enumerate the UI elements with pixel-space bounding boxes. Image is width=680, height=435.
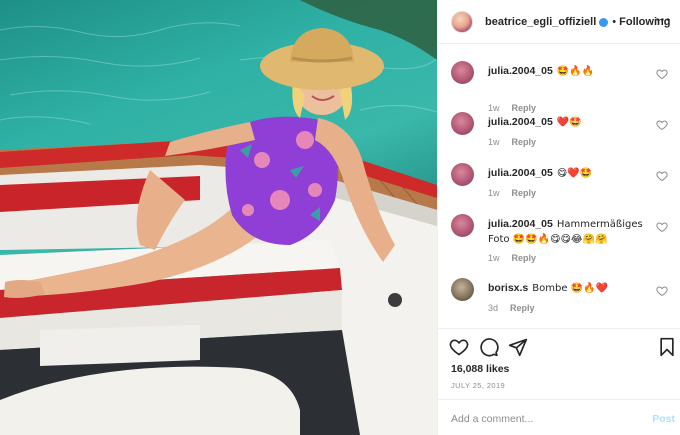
comment-time: 1w — [488, 103, 500, 113]
reply-button[interactable]: Reply — [512, 253, 537, 263]
comment-meta: 1w Reply — [488, 188, 536, 198]
comment-time: 1w — [488, 137, 500, 147]
commenter-avatar[interactable] — [451, 278, 474, 301]
author-username[interactable]: beatrice_egli_offiziell — [485, 16, 596, 28]
reply-button[interactable]: Reply — [512, 188, 537, 198]
commenter-username[interactable]: julia.2004_05 — [488, 218, 553, 230]
photo-illustration — [0, 0, 437, 435]
comments-list[interactable]: julia.2004_05 🤩🔥🔥 1w Reply julia.2004_05 ❤️… — [438, 45, 680, 327]
comment-time: 3d — [488, 303, 499, 313]
comment-text: julia.2004_05 Hammermäßiges Foto 🤩🤩🔥😋😋😂🤗🤗 — [488, 217, 658, 247]
reply-button[interactable]: Reply — [510, 303, 535, 313]
commenter-avatar[interactable] — [451, 214, 474, 237]
comment-text: borisx.s Bombe 🤩🔥❤️ — [488, 281, 658, 296]
comment-bubble-icon[interactable] — [479, 337, 499, 357]
add-comment-input[interactable]: Add a comment... — [451, 413, 533, 425]
like-heart-icon[interactable] — [449, 337, 469, 357]
commenter-username[interactable]: borisx.s — [488, 282, 528, 294]
like-comment-heart-icon[interactable] — [656, 285, 668, 297]
like-comment-heart-icon[interactable] — [656, 68, 668, 80]
post-comment-button[interactable]: Post — [652, 413, 675, 425]
comment-body: 😋❤️🤩 — [556, 168, 593, 179]
commenter-avatar[interactable] — [451, 61, 474, 84]
like-comment-heart-icon[interactable] — [656, 170, 668, 182]
comment-meta: 1w Reply — [488, 137, 536, 147]
comment-time: 1w — [488, 253, 500, 263]
comment-meta: 1w Reply — [488, 103, 536, 113]
comment-meta: 1w Reply — [488, 253, 536, 263]
instagram-post: beatrice_egli_offiziell • Following ··· … — [0, 0, 680, 435]
save-bookmark-icon[interactable] — [657, 337, 677, 357]
comment-text: julia.2004_05 🤩🔥🔥 — [488, 64, 658, 79]
commenter-username[interactable]: julia.2004_05 — [488, 65, 553, 77]
comment-time: 1w — [488, 188, 500, 198]
share-paper-plane-icon[interactable] — [508, 337, 528, 357]
commenter-username[interactable]: julia.2004_05 — [488, 116, 553, 128]
like-comment-heart-icon[interactable] — [656, 119, 668, 131]
like-comment-heart-icon[interactable] — [656, 221, 668, 233]
commenter-avatar[interactable] — [451, 163, 474, 186]
author-avatar[interactable] — [451, 10, 473, 33]
commenter-avatar[interactable] — [451, 112, 474, 135]
reply-button[interactable]: Reply — [512, 103, 537, 113]
post-side-panel: beatrice_egli_offiziell • Following ··· … — [437, 0, 680, 435]
comment-body: ❤️🤩 — [556, 117, 582, 128]
comment-text: julia.2004_05 ❤️🤩 — [488, 115, 658, 130]
likes-count[interactable]: 16,088 likes — [451, 363, 509, 375]
comment-meta: 3d Reply — [488, 303, 535, 313]
add-comment-bar: Add a comment... Post — [438, 399, 680, 435]
comment-text: julia.2004_05 😋❤️🤩 — [488, 166, 658, 181]
post-photo[interactable] — [0, 0, 437, 435]
comment-body: 🤩🔥🔥 — [556, 66, 595, 77]
post-actions: 16,088 likes JULY 25, 2019 — [438, 328, 680, 398]
commenter-username[interactable]: julia.2004_05 — [488, 167, 553, 179]
header-separator: • — [612, 15, 617, 28]
verified-badge-icon — [599, 18, 609, 27]
reply-button[interactable]: Reply — [512, 137, 537, 147]
comment-body: Bombe 🤩🔥❤️ — [532, 283, 609, 294]
post-date: JULY 25, 2019 — [451, 381, 506, 390]
more-options-icon[interactable]: ··· — [656, 12, 672, 26]
post-header: beatrice_egli_offiziell • Following ··· — [438, 0, 680, 44]
